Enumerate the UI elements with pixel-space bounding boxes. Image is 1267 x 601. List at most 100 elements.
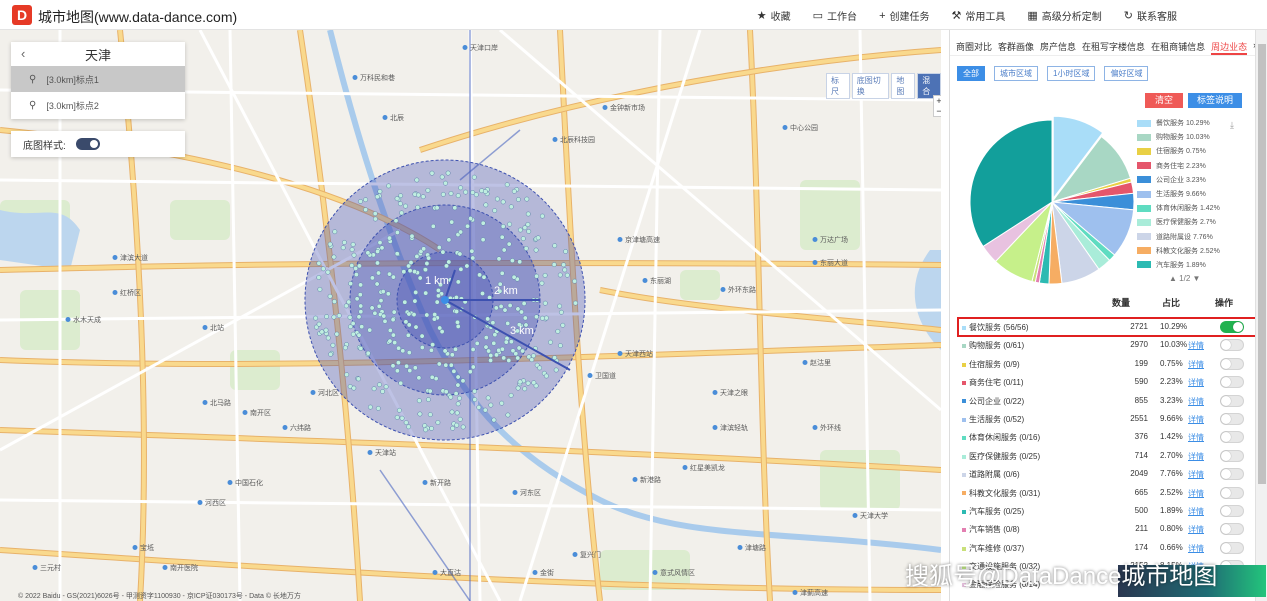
poi-dot (505, 412, 511, 418)
legend-item[interactable]: 道路附属设 7.76% (1137, 230, 1247, 244)
scrollbar-thumb[interactable] (1258, 44, 1266, 484)
category-toggle[interactable] (1220, 376, 1244, 389)
poi-dot (498, 303, 504, 309)
back-arrow-icon[interactable]: ‹ (21, 46, 25, 61)
category-toggle[interactable] (1220, 357, 1244, 370)
detail-link[interactable]: 详情 (1188, 488, 1204, 499)
app-logo[interactable]: D (12, 5, 32, 25)
poi-dot (508, 204, 514, 210)
topnav-item-2[interactable]: + 创建任务 (879, 8, 929, 24)
legend-item[interactable]: 商务住宅 2.23% (1137, 159, 1247, 173)
category-toggle[interactable] (1220, 431, 1244, 444)
category-toggle[interactable] (1220, 523, 1244, 536)
subtab-item[interactable]: 1小时区域 (1047, 66, 1096, 81)
legend-label: 购物服务 10.03% (1156, 134, 1210, 142)
poi-dot (353, 272, 359, 278)
map-place-label: 新开路 (430, 478, 451, 487)
zoom-controls[interactable]: + − (933, 95, 941, 117)
legend-item[interactable]: 体育休闲服务 1.42% (1137, 201, 1247, 215)
tab-item[interactable]: 在租写字楼信息 (1082, 36, 1145, 55)
poi-dot (417, 411, 423, 417)
poi-dot (372, 310, 378, 316)
tab-item[interactable]: 客群画像 (998, 36, 1034, 55)
detail-link[interactable]: 详情 (1188, 396, 1204, 407)
ratio-cell: 0.66% (1160, 542, 1183, 552)
legend-item[interactable]: 科教文化服务 2.52% (1137, 244, 1247, 258)
tab-item[interactable]: 商圈对比 (956, 36, 992, 55)
legend-item[interactable]: 公司企业 3.23% (1137, 173, 1247, 187)
category-toggle[interactable] (1220, 486, 1244, 499)
legend-item[interactable]: 住宿服务 0.75% (1137, 144, 1247, 158)
zoom-in-icon[interactable]: + (934, 96, 941, 106)
category-toggle[interactable] (1220, 504, 1244, 517)
basemap-style-toggle[interactable] (75, 138, 100, 150)
poi-dot (375, 405, 381, 411)
map-type-button[interactable]: 底图切换 (851, 73, 890, 99)
category-toggle[interactable] (1220, 468, 1244, 481)
category-toggle[interactable] (1220, 412, 1244, 425)
tab-item[interactable]: 在租商铺信息 (1151, 36, 1205, 55)
poi-dot (470, 255, 476, 261)
pie-chart-svg (969, 115, 1135, 285)
topnav-item-5[interactable]: ↻ 联系客服 (1124, 8, 1177, 23)
poi-dot (423, 427, 429, 433)
topnav-item-1[interactable]: ▭ 工作台 (813, 8, 857, 23)
detail-link[interactable]: 详情 (1188, 432, 1204, 443)
subtab-item[interactable]: 偏好区域 (1104, 66, 1149, 81)
map-place-label: 金街 (540, 568, 554, 577)
page-scrollbar[interactable] (1255, 30, 1267, 601)
legend-item[interactable]: 餐饮服务 10.29% (1137, 116, 1247, 130)
clear-button[interactable]: 清空 (1145, 93, 1183, 108)
subtab-item[interactable]: 城市区域 (994, 66, 1038, 81)
poi-icon (712, 425, 718, 430)
topnav-label: 高级分析定制 (1041, 12, 1102, 23)
legend-pager[interactable]: ▲ 1/2 ▼ (1169, 274, 1200, 283)
legend-item[interactable]: 生活服务 9.66% (1137, 187, 1247, 201)
tab-item[interactable]: 周边业态 (1211, 36, 1248, 55)
map-place-label: 金钟新市场 (610, 103, 645, 112)
label-help-button[interactable]: 标签说明 (1188, 93, 1242, 108)
map-type-button[interactable]: 地图 (891, 73, 916, 99)
poi-dot (365, 350, 371, 356)
center-marker-icon[interactable] (441, 296, 449, 304)
map-type-button[interactable]: 标尺 (826, 73, 850, 99)
topnav-item-0[interactable]: ★ 收藏 (757, 8, 791, 23)
subtab-item[interactable]: 全部 (957, 66, 985, 81)
legend-item[interactable]: 汽车服务 1.89% (1137, 258, 1247, 272)
zoom-out-icon[interactable]: − (934, 106, 941, 116)
poi-dot (558, 309, 564, 315)
category-toggle[interactable] (1220, 449, 1244, 462)
tab-item[interactable]: 房产信息 (1040, 36, 1076, 55)
detail-link[interactable]: 详情 (1188, 414, 1204, 425)
poi-dot (457, 251, 463, 257)
poi-dot (363, 207, 369, 213)
poi-dot (427, 388, 433, 394)
detail-link[interactable]: 详情 (1188, 543, 1204, 554)
topnav-item-3[interactable]: ⚒ 常用工具 (952, 8, 1006, 23)
city-point-item[interactable]: ⚲ [3.0km]标点2 (11, 92, 185, 118)
detail-link[interactable]: 详情 (1188, 524, 1204, 535)
poi-dot (376, 270, 381, 276)
poi-dot (328, 351, 334, 357)
legend-swatch (1137, 162, 1151, 170)
detail-link[interactable]: 详情 (1188, 451, 1204, 462)
map-place-label: 津滨轻轨 (720, 423, 748, 432)
category-name: 生活服务 (0/52) (969, 414, 1025, 424)
category-toggle[interactable] (1220, 541, 1244, 554)
poi-dot (381, 313, 387, 319)
poi-dot (350, 242, 356, 247)
topnav-item-4[interactable]: ▦ 高级分析定制 (1027, 8, 1101, 23)
city-point-item[interactable]: ⚲ [3.0km]标点1 (11, 66, 185, 92)
detail-link[interactable]: 详情 (1188, 469, 1204, 480)
category-toggle[interactable] (1220, 339, 1244, 352)
detail-link[interactable]: 详情 (1188, 340, 1204, 351)
category-toggle[interactable] (1220, 394, 1244, 407)
category-toggle[interactable] (1220, 321, 1244, 333)
detail-link[interactable]: 详情 (1188, 506, 1204, 517)
poi-dot (483, 344, 489, 350)
poi-dot (378, 298, 384, 304)
legend-item[interactable]: 医疗保健服务 2.7% (1137, 215, 1247, 229)
detail-link[interactable]: 详情 (1188, 359, 1204, 370)
legend-item[interactable]: 购物服务 10.03% (1137, 130, 1247, 144)
detail-link[interactable]: 详情 (1188, 377, 1204, 388)
